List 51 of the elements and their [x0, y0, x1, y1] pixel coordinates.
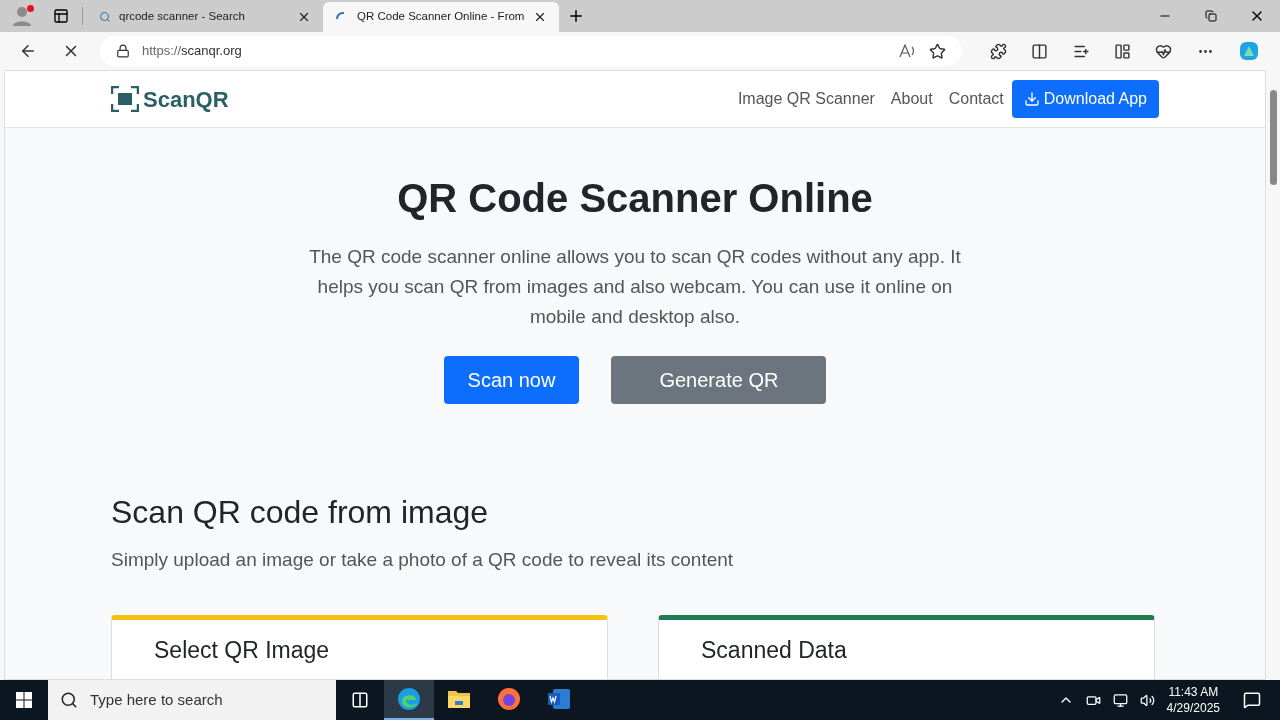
folder-icon: [447, 689, 471, 709]
nav-link[interactable]: Contact: [948, 87, 1004, 111]
generate-button[interactable]: Generate QR: [611, 356, 827, 404]
tab-title: QR Code Scanner Online - From: [357, 9, 525, 25]
health-icon[interactable]: [1155, 42, 1173, 60]
taskbar-app[interactable]: [384, 680, 434, 720]
close-icon[interactable]: [533, 10, 547, 24]
card-title: Select QR Image: [154, 636, 330, 663]
read-aloud-icon[interactable]: [899, 43, 917, 59]
windows-icon[interactable]: [16, 692, 32, 708]
volume-icon[interactable]: [1139, 692, 1155, 708]
address-bar[interactable]: https://scanqr.org: [100, 36, 962, 66]
extensions-icon[interactable]: [990, 42, 1008, 60]
clock-time: 11:43 AM: [1168, 684, 1219, 700]
hero-description: The QR code scanner online allows you to scan QR codes without any app. It helps you scan QR from images and also webcam. You can use it online on mobile and desktop also.: [308, 245, 962, 329]
browser-tab[interactable]: QR Code Scanner Online - From: [323, 2, 559, 32]
taskbar-search-field[interactable]: Type here to search: [48, 680, 336, 720]
restore-icon[interactable]: [1205, 10, 1217, 22]
back-icon[interactable]: [19, 42, 37, 60]
firefox-icon: [497, 687, 521, 711]
logo-text[interactable]: ScanQR: [143, 82, 229, 116]
download-icon: [1023, 91, 1040, 107]
nav-link[interactable]: Image QR Scanner: [737, 87, 875, 111]
url-text: https://scanqr.org: [142, 42, 243, 61]
task-view-icon[interactable]: [351, 691, 369, 709]
tab-title: qrcode scanner - Search: [119, 9, 246, 25]
word-icon: [547, 688, 571, 710]
section-subtitle: Simply upload an image or take a photo of a QR code to reveal its content: [111, 548, 735, 572]
profile-icon[interactable]: [12, 5, 32, 27]
favorite-icon[interactable]: [929, 42, 946, 60]
logo-icon: [111, 86, 139, 112]
copilot-icon[interactable]: [1237, 40, 1260, 62]
hero-title: QR Code Scanner Online: [397, 175, 873, 222]
scan-button[interactable]: Scan now: [443, 356, 580, 404]
close-icon[interactable]: [297, 10, 311, 24]
card-title: Scanned Data: [701, 636, 847, 663]
search-icon: [60, 691, 78, 709]
split-screen-icon[interactable]: [1031, 42, 1049, 60]
search-placeholder: Type here to search: [90, 689, 223, 710]
new-tab-icon[interactable]: [567, 7, 585, 25]
notifications-icon[interactable]: [1243, 691, 1261, 709]
tab-actions-icon[interactable]: [53, 8, 69, 24]
nav-link[interactable]: About: [890, 87, 933, 111]
network-icon[interactable]: [1112, 692, 1128, 708]
collections-icon[interactable]: [1114, 42, 1131, 60]
section-title: Scan QR code from image: [111, 493, 490, 532]
browser-icon: [397, 687, 421, 711]
lock-icon: [116, 44, 130, 58]
download-button[interactable]: Download App: [1011, 80, 1159, 118]
search-icon: [99, 11, 111, 23]
clock-date: 4/29/2025: [1166, 700, 1220, 716]
